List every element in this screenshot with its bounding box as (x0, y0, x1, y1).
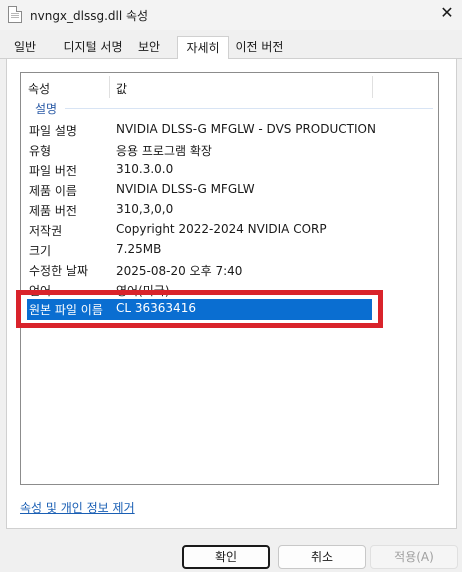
list-item[interactable]: 파일 버전 310.3.0.0 (21, 160, 438, 180)
cancel-button[interactable]: 취소 (278, 545, 366, 569)
group-divider (65, 108, 433, 109)
property-name: 제품 이름 (29, 184, 77, 198)
property-value: 310.3.0.0 (116, 162, 174, 176)
properties-list[interactable]: 속성 값 설명 파일 설명 NVIDIA DLSS-G MFGLW - DVS … (20, 72, 439, 485)
tab-general[interactable]: 일반 (9, 38, 41, 59)
close-button[interactable]: ✕ (432, 0, 462, 30)
column-header-value[interactable]: 값 (116, 80, 127, 97)
tab-previous-versions[interactable]: 이전 버전 (232, 38, 287, 59)
group-header-description: 설명 (35, 102, 58, 116)
property-name: 언어 (29, 284, 52, 298)
property-value: CL 36363416 (116, 301, 196, 315)
list-item-selected[interactable]: 원본 파일 이름 CL 36363416 (27, 299, 372, 320)
property-name: 크기 (29, 244, 52, 258)
property-name: 파일 버전 (29, 164, 77, 178)
tab-bar: 일반 디지털 서명 보안 자세히 이전 버전 (0, 36, 462, 60)
property-value: 310,3,0,0 (116, 202, 174, 216)
tab-security[interactable]: 보안 (133, 38, 165, 59)
tab-details[interactable]: 자세히 (177, 36, 229, 60)
list-item[interactable]: 수정한 날짜 2025-08-20 오후 7:40 (21, 260, 438, 280)
list-item[interactable]: 언어 영어(미국) (21, 280, 438, 300)
property-value: 영어(미국) (116, 284, 170, 298)
property-name: 제품 버전 (29, 204, 77, 218)
title-bar: nvngx_dlssg.dll 속성 ✕ (0, 0, 462, 30)
list-header: 속성 값 (21, 73, 438, 102)
property-name: 저작권 (29, 224, 63, 238)
remove-properties-link[interactable]: 속성 및 개인 정보 제거 (20, 499, 135, 516)
property-value: NVIDIA DLSS-G MFGLW (116, 182, 255, 196)
list-item[interactable]: 제품 이름 NVIDIA DLSS-G MFGLW (21, 180, 438, 200)
list-item[interactable]: 유형 응용 프로그램 확장 (21, 140, 438, 160)
column-header-property[interactable]: 속성 (28, 80, 50, 97)
list-item[interactable]: 크기 7.25MB (21, 240, 438, 260)
property-name: 유형 (29, 144, 52, 158)
property-name: 수정한 날짜 (29, 264, 89, 278)
property-value: NVIDIA DLSS-G MFGLW - DVS PRODUCTION (116, 122, 376, 136)
property-value: Copyright 2022-2024 NVIDIA CORP (116, 222, 327, 236)
property-name: 원본 파일 이름 (29, 303, 103, 317)
list-item[interactable]: 제품 버전 310,3,0,0 (21, 200, 438, 220)
tab-digital-signature[interactable]: 디지털 서명 (57, 38, 129, 59)
property-name: 파일 설명 (29, 124, 77, 138)
property-value: 7.25MB (116, 242, 162, 256)
file-icon (8, 6, 22, 23)
property-value: 2025-08-20 오후 7:40 (116, 264, 243, 278)
column-divider[interactable] (109, 76, 110, 98)
window-title: nvngx_dlssg.dll 속성 (30, 9, 149, 23)
list-item[interactable]: 파일 설명 NVIDIA DLSS-G MFGLW - DVS PRODUCTI… (21, 120, 438, 140)
ok-button[interactable]: 확인 (182, 545, 270, 569)
list-item[interactable]: 저작권 Copyright 2022-2024 NVIDIA CORP (21, 220, 438, 240)
property-value: 응용 프로그램 확장 (116, 144, 212, 158)
column-divider[interactable] (372, 76, 373, 98)
apply-button[interactable]: 적용(A) (370, 545, 458, 569)
